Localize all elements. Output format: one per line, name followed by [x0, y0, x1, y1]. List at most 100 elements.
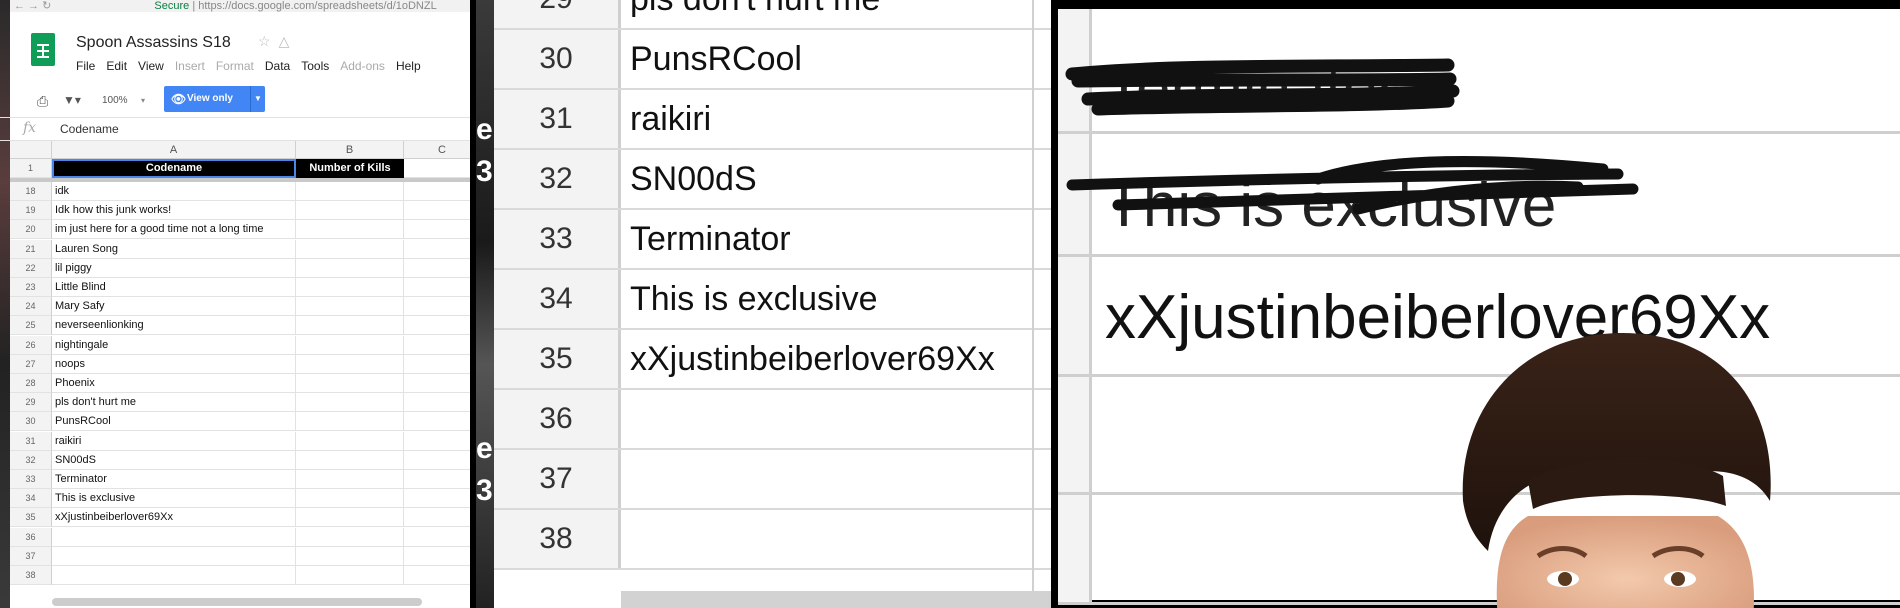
row-number[interactable]: 1 [10, 159, 52, 178]
url-text[interactable]: https://docs.google.com/spreadsheets/d/1… [198, 0, 436, 12]
menu-item-view[interactable]: View [138, 59, 164, 73]
kills-cell[interactable] [296, 258, 404, 278]
kills-cell[interactable] [296, 182, 404, 201]
row-number[interactable]: 38 [10, 566, 52, 585]
codename-cell[interactable]: PunsRCool [52, 412, 296, 432]
star-icon[interactable]: ☆ [258, 33, 279, 49]
kills-cell[interactable] [296, 412, 404, 432]
row-number[interactable]: 25 [10, 316, 52, 336]
row-number[interactable]: 31 [10, 431, 52, 451]
cell-c[interactable] [404, 316, 470, 336]
codename-cell[interactable]: idk [52, 182, 296, 201]
codename-cell[interactable] [52, 566, 296, 585]
row-number[interactable]: 36 [10, 527, 52, 547]
row-number[interactable]: 29 [494, 0, 621, 28]
row-number[interactable]: 24 [10, 297, 52, 317]
row-number[interactable]: 26 [10, 335, 52, 355]
row-number[interactable]: 32 [494, 150, 621, 208]
row-number[interactable]: 30 [494, 30, 621, 88]
kills-cell[interactable] [296, 431, 404, 451]
zoom-select[interactable]: 100% [102, 95, 128, 106]
codename-cell[interactable]: nightingale [52, 335, 296, 355]
row-number[interactable]: 36 [494, 390, 621, 448]
cell-c[interactable] [404, 566, 470, 585]
cell-c[interactable] [404, 182, 470, 201]
document-title[interactable]: Spoon Assassins S18 [76, 34, 231, 52]
row-number[interactable]: 19 [10, 201, 52, 221]
row-number[interactable]: 31 [494, 90, 621, 148]
row-number[interactable]: 22 [10, 258, 52, 278]
cell-c[interactable] [404, 355, 470, 374]
row-number[interactable]: 29 [10, 393, 52, 413]
kills-cell[interactable] [296, 297, 404, 317]
codename-cell[interactable]: This is exclusive [52, 489, 296, 509]
codename-cell[interactable] [52, 527, 296, 547]
row-number[interactable]: 38 [494, 510, 621, 568]
kills-cell[interactable] [296, 566, 404, 585]
kills-cell[interactable] [296, 489, 404, 509]
row-number[interactable]: 33 [10, 470, 52, 489]
codename-cell[interactable]: pls don't hurt me [630, 0, 880, 28]
row-number[interactable]: 37 [494, 450, 621, 508]
row-number[interactable]: 18 [10, 182, 52, 201]
row-number[interactable]: 27 [10, 354, 52, 374]
codename-header-cell[interactable]: Codename [52, 159, 296, 178]
view-only-button[interactable]: 👁 View only ▼ [164, 86, 265, 112]
kills-cell[interactable] [296, 316, 404, 336]
menu-item-tools[interactable]: Tools [301, 59, 329, 73]
cell-c[interactable] [404, 451, 470, 470]
kills-header-cell[interactable]: Number of Kills [296, 159, 404, 178]
kills-cell[interactable] [296, 393, 404, 413]
cell-c[interactable] [404, 374, 470, 393]
cell-c[interactable] [404, 432, 470, 451]
cell-c[interactable] [404, 240, 470, 259]
menu-item-data[interactable]: Data [265, 59, 290, 73]
menu-item-edit[interactable]: Edit [106, 59, 127, 73]
codename-cell[interactable] [52, 546, 296, 566]
codename-cell[interactable]: Idk how this junk works! [52, 201, 296, 221]
cell-c[interactable] [404, 393, 470, 413]
cell-c[interactable] [404, 336, 470, 355]
menu-item-help[interactable]: Help [396, 59, 421, 73]
row-number[interactable]: 30 [10, 412, 52, 432]
cell-c[interactable] [404, 278, 470, 297]
cell-c[interactable] [404, 470, 470, 489]
kills-cell[interactable] [296, 374, 404, 393]
kills-cell[interactable] [296, 335, 404, 355]
cell-c[interactable] [404, 159, 470, 178]
row-number[interactable]: 20 [10, 220, 52, 240]
drive-icon[interactable]: △ [279, 33, 298, 49]
row-number[interactable]: 34 [10, 489, 52, 509]
cell-c[interactable] [404, 220, 470, 240]
column-header-a[interactable]: A [52, 141, 296, 159]
kills-cell[interactable] [296, 201, 404, 221]
corner-header[interactable] [10, 141, 52, 159]
codename-cell[interactable]: raikiri [630, 90, 711, 148]
kills-cell[interactable] [296, 278, 404, 297]
column-header-c[interactable]: C [404, 141, 470, 159]
sheets-logo-icon[interactable] [31, 33, 55, 66]
cell-c[interactable] [404, 508, 470, 528]
cell-c[interactable] [404, 528, 470, 547]
codename-cell[interactable]: Phoenix [52, 374, 296, 393]
codename-cell[interactable]: Little Blind [52, 278, 296, 297]
column-header-b[interactable]: B [296, 141, 404, 159]
kills-cell[interactable] [296, 354, 404, 374]
codename-cell[interactable]: SN00dS [630, 150, 757, 208]
filter-icon[interactable]: ▼▾ [63, 93, 81, 107]
kills-cell[interactable] [296, 508, 404, 528]
row-number[interactable]: 23 [10, 278, 52, 297]
horizontal-scrollbar[interactable] [52, 598, 422, 606]
formula-value[interactable]: Codename [60, 122, 119, 136]
codename-cell[interactable]: raikiri [52, 431, 296, 451]
codename-cell[interactable]: pls don't hurt me [52, 393, 296, 413]
back-forward-icon[interactable]: ← → ↻ [14, 0, 51, 12]
menu-item-add-ons[interactable]: Add-ons [340, 59, 385, 73]
title-icons[interactable]: ☆△ [258, 33, 297, 50]
menu-item-format[interactable]: Format [216, 59, 254, 73]
codename-cell[interactable]: xXjustinbeiberlover69Xx [630, 330, 995, 388]
codename-cell[interactable]: noops [52, 354, 296, 374]
kills-cell[interactable] [296, 239, 404, 259]
view-only-chevron-down-icon[interactable]: ▼ [250, 86, 265, 112]
cell-c[interactable] [404, 412, 470, 432]
